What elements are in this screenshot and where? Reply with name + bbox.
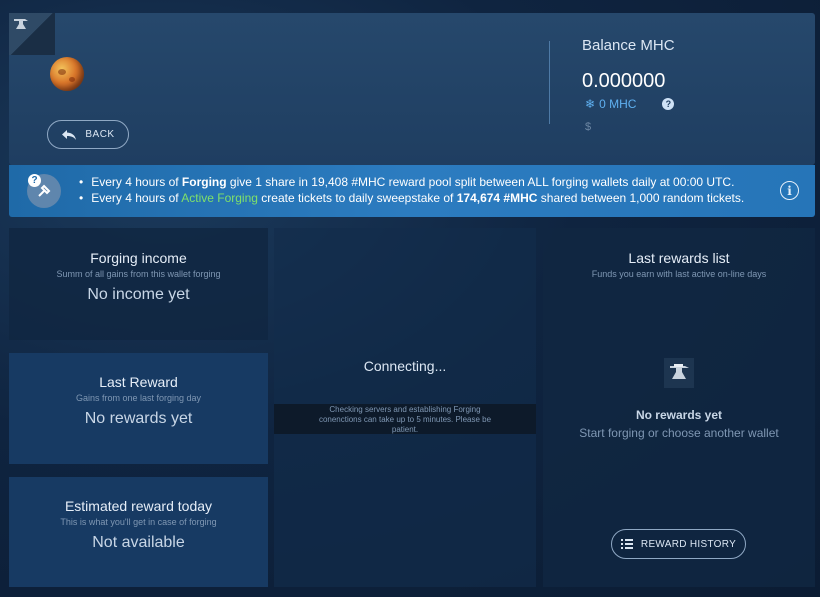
card-subtitle: This is what you'll get in case of forgi… <box>60 517 217 527</box>
header-divider <box>549 41 550 124</box>
reward-history-label: REWARD HISTORY <box>640 538 737 550</box>
forging-balance-value: 0 MHC <box>599 97 637 111</box>
empty-title: No rewards yet <box>635 408 723 422</box>
banner-text: Every 4 hours of Forging give 1 share in… <box>79 174 744 206</box>
list-icon <box>621 539 633 549</box>
reward-history-button[interactable]: REWARD HISTORY <box>611 529 746 559</box>
question-icon[interactable]: ? <box>662 98 675 110</box>
card-subtitle: Gains from one last forging day <box>75 393 202 403</box>
forging-income-card: Forging income Summ of all gains from th… <box>9 228 268 340</box>
empty-subtitle: Start forging or choose another wallet <box>579 426 779 440</box>
wallet-header: BACK Balance MHC 0.000000 ❄ 0 MHC ? $ <box>9 13 815 165</box>
card-title: Forging income <box>90 250 187 266</box>
connection-note: Checking servers and establishing Forgin… <box>274 404 536 434</box>
forging-info-banner: ? Every 4 hours of Forging give 1 share … <box>9 165 815 217</box>
back-arrow-icon <box>62 129 77 140</box>
estimated-reward-card: Estimated reward today This is what you'… <box>9 477 268 587</box>
rewards-title: Last rewards list <box>628 250 730 266</box>
info-icon[interactable]: i <box>780 181 799 200</box>
card-value: No rewards yet <box>84 410 193 427</box>
back-button[interactable]: BACK <box>47 120 129 149</box>
balance-value: 0.000000 <box>582 70 666 92</box>
question-icon[interactable]: ? <box>28 174 41 187</box>
card-subtitle: Summ of all gains from this wallet forgi… <box>56 269 221 279</box>
last-reward-card: Last Reward Gains from one last forging … <box>9 353 268 464</box>
usd-value: $ <box>585 121 592 133</box>
balance-title: Balance MHC <box>582 37 675 54</box>
anvil-icon <box>9 13 55 55</box>
card-value: No income yet <box>87 286 190 303</box>
planet-coin-icon <box>50 57 84 91</box>
snowflake-icon: ❄ <box>585 97 596 111</box>
connection-status: Connecting... <box>363 358 447 374</box>
anvil-icon <box>664 358 694 388</box>
card-title: Estimated reward today <box>64 498 213 514</box>
rewards-subtitle: Funds you earn with last active on-line … <box>591 269 767 279</box>
banner-line-active-forging: Every 4 hours of Active Forging create t… <box>79 190 744 206</box>
card-value: Not available <box>92 534 185 551</box>
connection-panel: Connecting... Checking servers and estab… <box>274 228 536 587</box>
banner-line-forging: Every 4 hours of Forging give 1 share in… <box>79 174 744 190</box>
rewards-list-panel: Last rewards list Funds you earn with la… <box>543 228 815 587</box>
forging-balance: ❄ 0 MHC ? <box>585 97 675 111</box>
back-label: BACK <box>85 129 115 140</box>
card-title: Last Reward <box>99 374 178 390</box>
